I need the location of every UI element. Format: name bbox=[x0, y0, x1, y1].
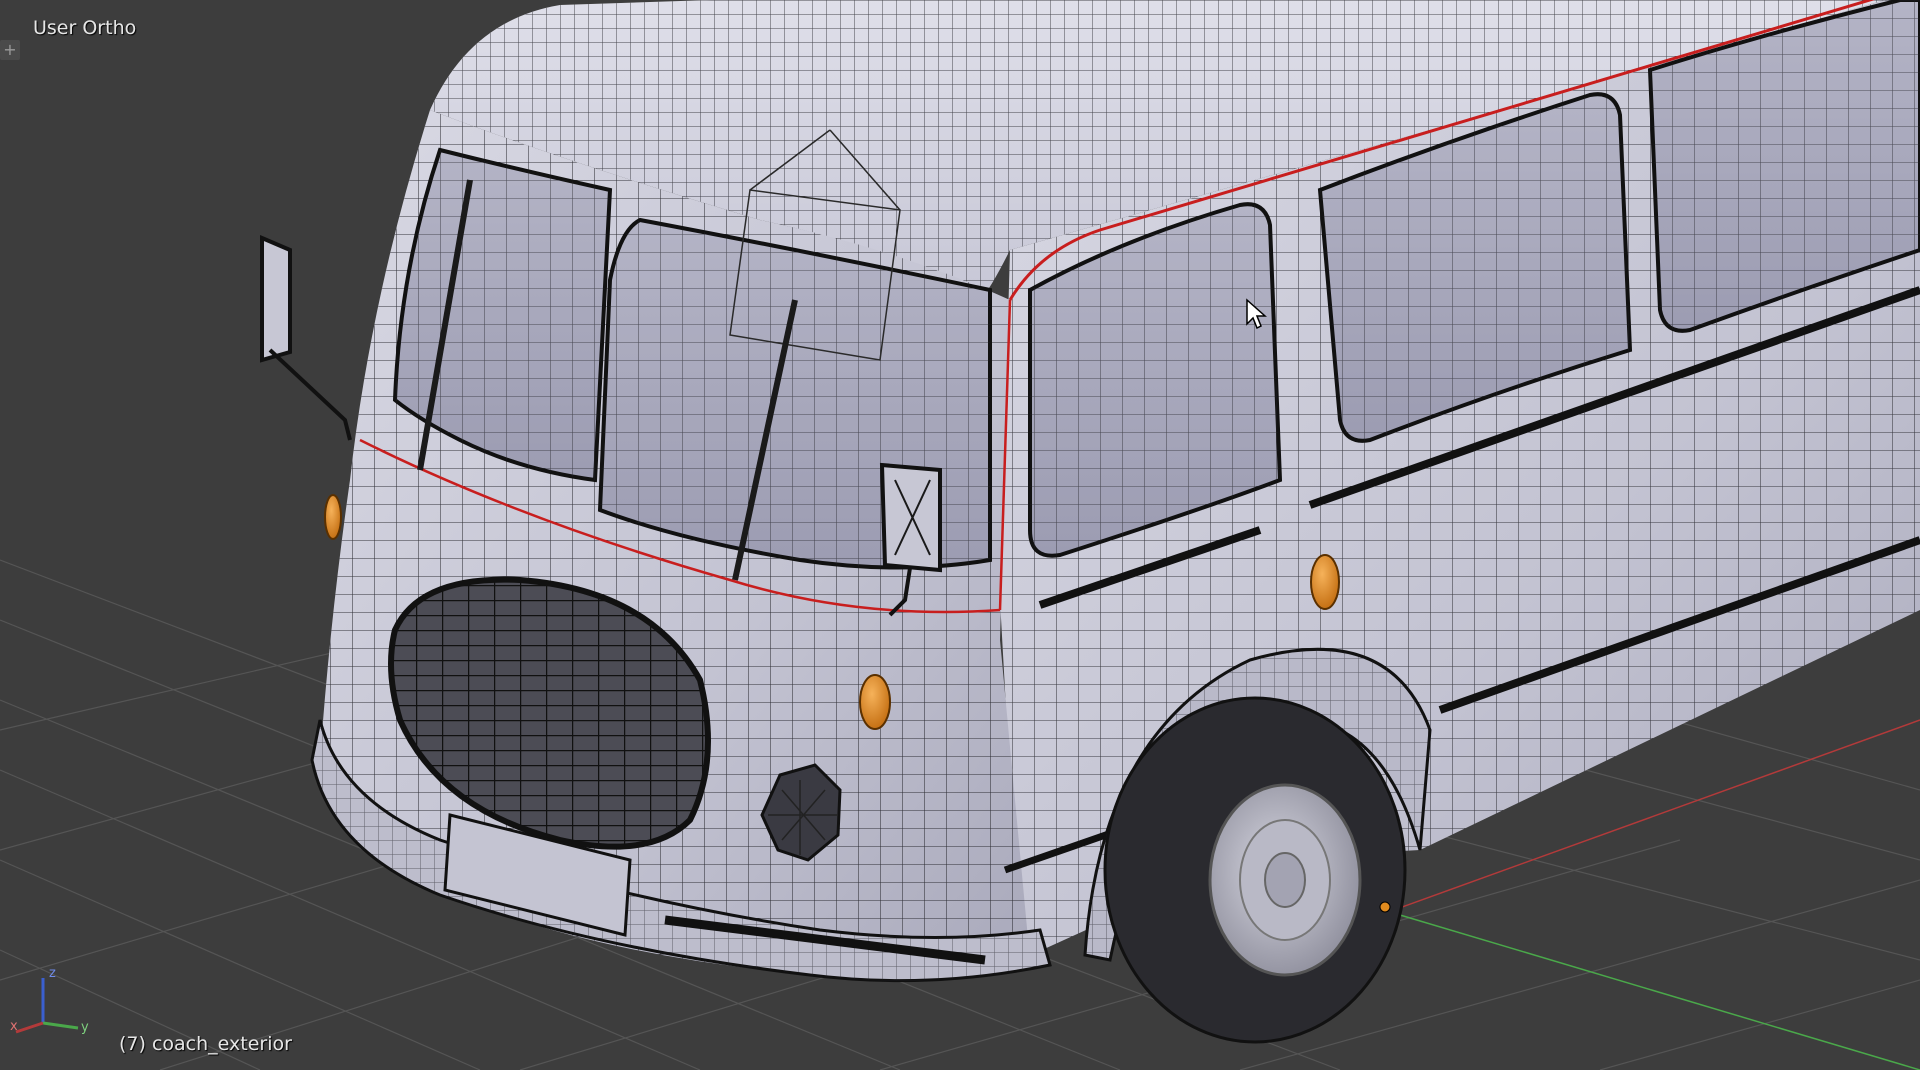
3d-viewport[interactable]: User Ortho + z y x (7) coach_exterior bbox=[0, 0, 1920, 1070]
axis-gizmo-icon: z y x bbox=[10, 966, 89, 1035]
mouse-cursor-icon bbox=[1246, 298, 1267, 330]
active-object-info: (7) coach_exterior bbox=[119, 1033, 292, 1055]
y-axis-line bbox=[1399, 914, 1920, 1070]
scene-canvas[interactable] bbox=[0, 0, 1920, 1070]
front-wheel[interactable] bbox=[1103, 696, 1407, 1044]
object-origin-dot bbox=[1379, 901, 1391, 913]
gizmo-x-label: x bbox=[10, 1019, 18, 1034]
add-icon[interactable]: + bbox=[0, 40, 20, 60]
bus-mesh[interactable] bbox=[260, 0, 1920, 1044]
gizmo-y-label: y bbox=[81, 1020, 89, 1035]
mirror-left[interactable] bbox=[260, 234, 352, 441]
turn-signal-side bbox=[1310, 554, 1340, 610]
view-name-label: User Ortho bbox=[33, 17, 137, 39]
turn-signal-front bbox=[859, 674, 891, 730]
turn-signal-corner bbox=[324, 494, 342, 540]
gizmo-z-label: z bbox=[49, 966, 56, 981]
